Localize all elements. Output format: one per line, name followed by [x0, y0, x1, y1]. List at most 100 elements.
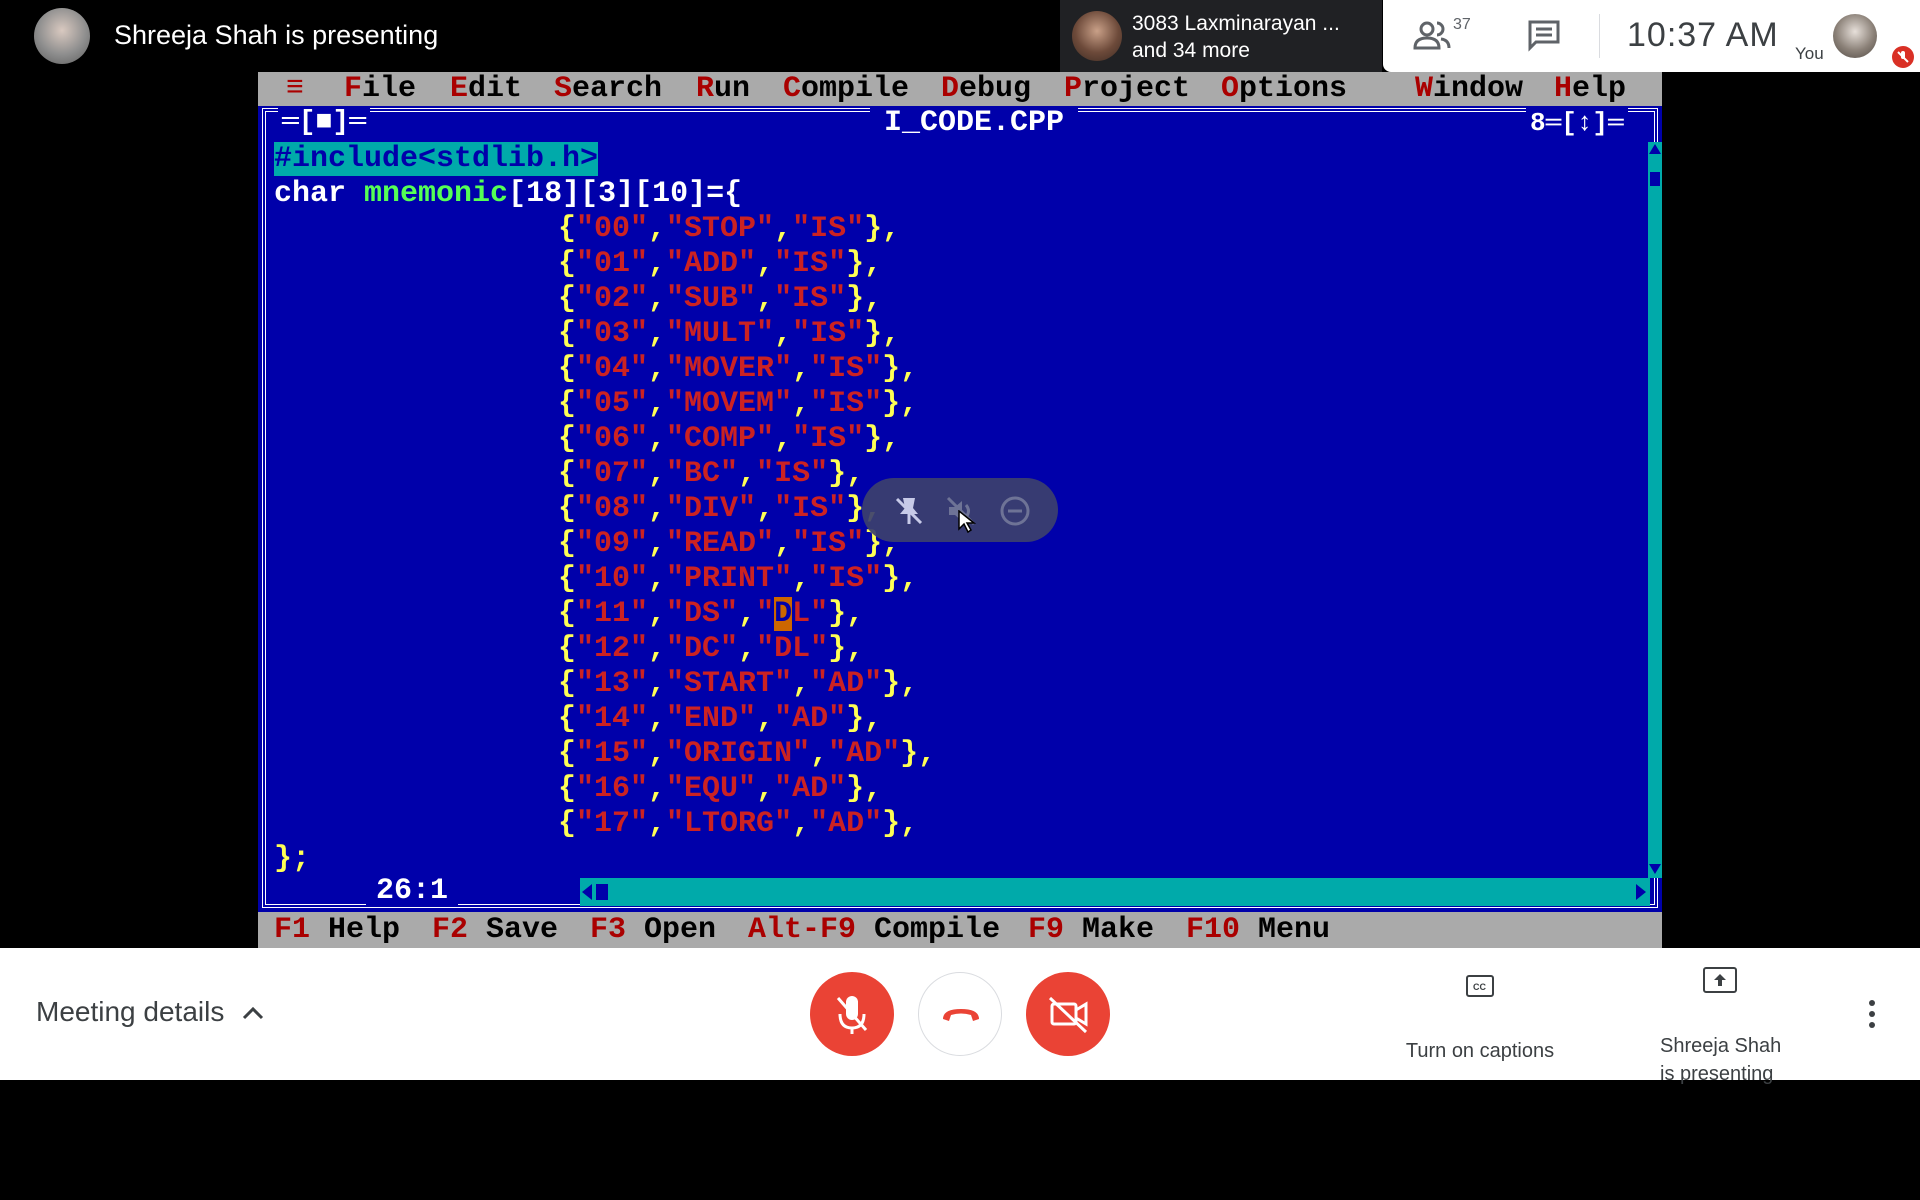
comma: ,: [648, 772, 667, 806]
quote: ": [828, 737, 847, 771]
text-cursor: D: [774, 597, 793, 631]
string-literal: AD: [792, 702, 829, 736]
status-item-make[interactable]: F9 Make: [1028, 912, 1154, 948]
pin-off-icon: [895, 497, 923, 525]
status-label: Open: [644, 913, 717, 947]
ide-status-bar: F1 Help F2 Save F3 Open Alt-F9 Compile F…: [258, 912, 1662, 948]
svg-text:CC: CC: [1473, 982, 1486, 992]
quote: ": [864, 562, 883, 596]
menu-search[interactable]: Search: [554, 72, 662, 106]
status-item-menu[interactable]: F10 Menu: [1186, 912, 1330, 948]
menu-options[interactable]: Options: [1221, 72, 1347, 106]
brace: {: [558, 492, 577, 526]
quote: ": [774, 492, 793, 526]
comma: ,: [648, 212, 667, 246]
string-literal: "14": [576, 702, 649, 736]
window-number-zoom[interactable]: 8═[↕]═: [1526, 108, 1628, 138]
menu-search-hotkey: S: [554, 72, 573, 106]
brace: },: [864, 317, 901, 351]
unpin-button[interactable]: [892, 494, 926, 528]
menu-project[interactable]: Project: [1064, 72, 1190, 106]
string-literal: "PRINT": [666, 562, 793, 596]
comma: ,: [648, 807, 667, 841]
code-line-row: {"14","END","AD"},: [558, 702, 882, 736]
comma: ,: [792, 807, 811, 841]
string-literal: AD: [828, 807, 865, 841]
status-item-open[interactable]: F3 Open: [590, 912, 716, 948]
quote: ": [864, 352, 883, 386]
quote: ": [774, 702, 793, 736]
menu-options-hotkey: O: [1221, 72, 1240, 106]
comma: ,: [738, 457, 757, 491]
code-line-row: {"07","BC","IS"},: [558, 457, 864, 491]
string-literal: IS: [828, 387, 865, 421]
closed-captions-icon: CC: [1466, 975, 1494, 997]
code-line-declaration: char mnemonic[18][3][10]={: [274, 177, 742, 211]
menu-run-hotkey: R: [696, 72, 715, 106]
people-button[interactable]: 37: [1413, 16, 1473, 54]
status-item-save[interactable]: F2 Save: [432, 912, 558, 948]
horizontal-scrollbar[interactable]: [580, 878, 1650, 906]
menu-window[interactable]: Window: [1415, 72, 1523, 106]
quote: ": [810, 632, 829, 666]
comma: ,: [648, 597, 667, 631]
menu-run[interactable]: Run: [696, 72, 750, 106]
string-literal: AD: [828, 667, 865, 701]
comma: ,: [648, 352, 667, 386]
comma: ,: [810, 737, 829, 771]
brace: },: [846, 772, 883, 806]
string-literal: "DS": [666, 597, 739, 631]
status-item-compile[interactable]: Alt-F9 Compile: [748, 912, 1000, 948]
vertical-scrollbar[interactable]: [1648, 142, 1662, 878]
chevron-up-icon[interactable]: [240, 1000, 266, 1026]
quote: ": [864, 387, 883, 421]
self-avatar[interactable]: [1833, 14, 1877, 58]
code-line-row: {"16","EQU","AD"},: [558, 772, 882, 806]
participant-name: 3083 Laxminarayan ... and 34 more: [1132, 10, 1340, 64]
string-literal: "09": [576, 527, 649, 561]
string-literal: "BC": [666, 457, 739, 491]
brace: {: [558, 247, 577, 281]
participant-tile[interactable]: 3083 Laxminarayan ... and 34 more: [1060, 0, 1382, 72]
string-literal: "13": [576, 667, 649, 701]
string-literal: "ORIGIN": [666, 737, 811, 771]
comma: ,: [648, 737, 667, 771]
brace: },: [846, 702, 883, 736]
comma: ,: [648, 492, 667, 526]
menu-compile[interactable]: Compile: [783, 72, 909, 106]
scroll-arrows-icon: [1649, 144, 1661, 874]
comma: ,: [756, 772, 775, 806]
menu-help[interactable]: Help: [1554, 72, 1626, 106]
menu-file[interactable]: File: [344, 72, 416, 106]
meeting-details-button[interactable]: Meeting details: [36, 996, 224, 1028]
more-options-icon[interactable]: [1860, 996, 1884, 1032]
camera-toggle-button[interactable]: [1026, 972, 1110, 1056]
remove-tile-button[interactable]: [998, 494, 1032, 528]
quote: ": [828, 772, 847, 806]
brace: },: [828, 597, 865, 631]
string-literal: "15": [576, 737, 649, 771]
mute-tile-button[interactable]: [944, 494, 978, 534]
string-literal: "12": [576, 632, 649, 666]
code-line-row: {"01","ADD","IS"},: [558, 247, 882, 281]
string-literal: "START": [666, 667, 793, 701]
status-key: F1: [274, 913, 311, 947]
leave-call-button[interactable]: [918, 972, 1002, 1056]
brace: {: [558, 212, 577, 246]
status-item-help[interactable]: F1 Help: [274, 912, 400, 948]
top-right-panel: 37 10:37 AM You: [1383, 0, 1920, 72]
status-label: Menu: [1258, 913, 1331, 947]
window-close-box[interactable]: ═[■]═: [278, 108, 371, 138]
quote: ": [828, 247, 847, 281]
system-menu-icon[interactable]: ≡: [286, 72, 304, 106]
menu-compile-hotkey: C: [783, 72, 802, 106]
participant-name-line2: and 34 more: [1132, 39, 1250, 62]
chat-button[interactable]: [1526, 18, 1566, 54]
string-literal: "01": [576, 247, 649, 281]
microphone-toggle-button[interactable]: [810, 972, 894, 1056]
menu-edit-rest: dit: [468, 72, 523, 106]
people-icon: [1413, 21, 1451, 50]
menu-debug[interactable]: Debug: [941, 72, 1031, 106]
comma: ,: [738, 632, 757, 666]
menu-edit[interactable]: Edit: [450, 72, 522, 106]
